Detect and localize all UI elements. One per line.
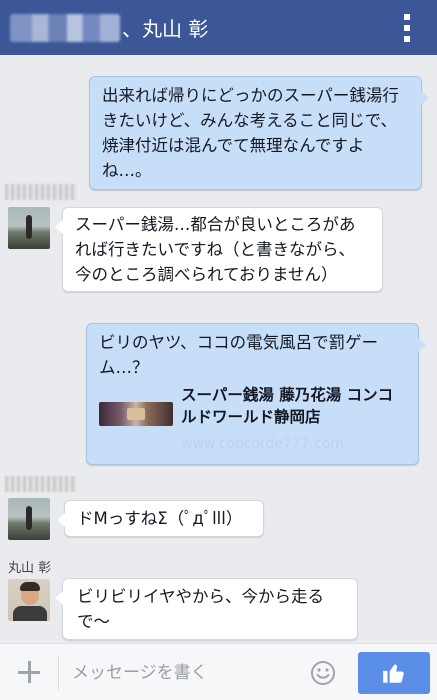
blurred-name — [10, 13, 120, 42]
link-preview[interactable]: スーパー銭湯 藤乃花湯 コンコルドワールド静岡店 www.concorde777… — [99, 384, 406, 457]
incoming-message[interactable]: スーパー銭湯…都合が良いところがあれば行きたいですね（と書きながら、今のところ調… — [55, 207, 383, 292]
incoming-message[interactable]: ドMっすねΣ（ﾟдﾟlll） — [57, 500, 264, 537]
blurred-sender-name — [5, 476, 77, 492]
message-text: ドMっすねΣ（ﾟдﾟlll） — [77, 509, 243, 528]
smile-icon[interactable] — [310, 660, 336, 686]
blurred-sender-name — [5, 184, 77, 200]
link-title[interactable]: スーパー銭湯 藤乃花湯 コンコルドワールド静岡店 — [181, 384, 401, 428]
message-text: ビリビリイヤやから、今から走るで〜 — [77, 587, 325, 631]
sender-name: 丸山 彰 — [8, 561, 52, 576]
message-text: 出来れば帰りにどっかのスーパー銭湯行きたいけど、みんな考えること同じで、焼津付近… — [102, 86, 399, 180]
thumbs-up-icon — [383, 664, 404, 683]
conversation-header: 、丸山 彰 — [0, 0, 437, 55]
message-input[interactable] — [72, 658, 292, 688]
link-url[interactable]: www.concorde777.com — [181, 432, 401, 457]
avatar[interactable] — [8, 579, 50, 621]
divider — [58, 656, 59, 690]
outgoing-message-with-link[interactable]: ビリのヤツ、ココの電気風呂で罰ゲーム…？ スーパー銭湯 藤乃花湯 コンコルドワー… — [86, 323, 426, 465]
conversation-title: 、丸山 彰 — [122, 17, 209, 41]
message-text: ビリのヤツ、ココの電気風呂で罰ゲーム…？ — [99, 333, 379, 377]
message-composer — [0, 643, 437, 700]
overflow-menu-icon[interactable] — [403, 14, 411, 42]
like-button[interactable] — [358, 652, 430, 694]
link-thumbnail — [99, 402, 173, 426]
plus-icon[interactable] — [18, 661, 40, 683]
avatar[interactable] — [8, 207, 50, 249]
avatar[interactable] — [8, 498, 50, 540]
outgoing-message[interactable]: 出来れば帰りにどっかのスーパー銭湯行きたいけど、みんな考えること同じで、焼津付近… — [89, 76, 429, 190]
incoming-message[interactable]: ビリビリイヤやから、今から走るで〜 — [55, 578, 358, 640]
message-text: スーパー銭湯…都合が良いところがあれば行きたいですね（と書きながら、今のところ調… — [75, 215, 356, 284]
